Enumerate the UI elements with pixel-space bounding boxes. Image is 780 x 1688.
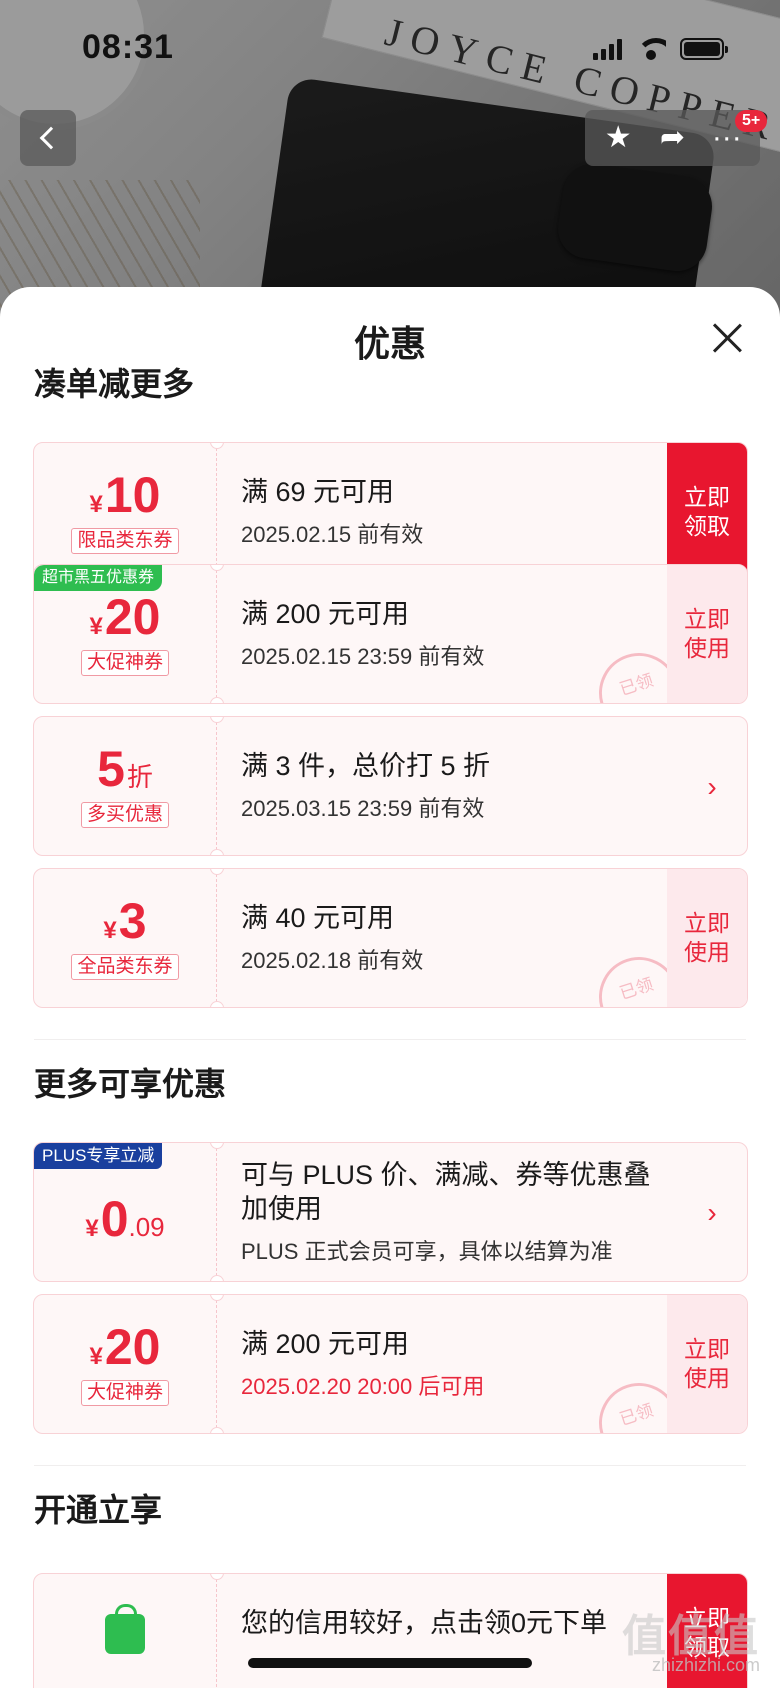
section-title-more-discount: 凑单减更多 (34, 366, 195, 402)
action-line: 使用 (684, 635, 730, 661)
coupon-details: 您的信用较好，点击领0元下单 (241, 1574, 657, 1688)
currency-symbol: ¥ (103, 917, 117, 944)
section-divider (34, 1039, 746, 1040)
currency-symbol: ¥ (89, 491, 103, 518)
coupon-note: PLUS 正式会员可享，具体以结算为准 (241, 1239, 613, 1264)
coupon-condition: 可与 PLUS 价、满减、券等优惠叠加使用 (241, 1160, 651, 1224)
coupon-validity: 2025.02.18 前有效 (241, 948, 424, 973)
section-title-more-available: 更多可享优惠 (34, 1066, 227, 1102)
coupon-card: ¥3 全品类东券 满 40 元可用 2025.02.18 前有效 已领 立即 使用 (33, 868, 748, 1008)
coupon-card: ¥10 限品类东券 满 69 元可用 2025.02.15 前有效 立即领取 (33, 442, 748, 582)
coupon-type-label: 全品类东券 (71, 954, 179, 980)
coupon-details: 满 3 件，总价打 5 折 2025.03.15 23:59 前有效 (241, 717, 657, 855)
section-title-open-enjoy: 开通立享 (34, 1492, 163, 1528)
coupon-card: ¥20 大促神券 超市黑五优惠券 满 200 元可用 2025.02.15 23… (33, 564, 748, 704)
discount-sheet: 优惠 凑单减更多 ¥10 限品类东券 满 69 元可用 2025.02.15 前… (0, 287, 780, 1688)
currency-symbol: ¥ (89, 613, 103, 640)
home-indicator[interactable] (248, 1658, 532, 1668)
coupon-validity: 2025.02.15 前有效 (241, 522, 424, 547)
coupon-notch (210, 849, 224, 855)
plus-tag: PLUS专享立减 (34, 1143, 163, 1169)
coupon-condition: 满 200 元可用 (241, 1329, 410, 1359)
coupon-notch (210, 1427, 224, 1433)
action-line: 领取 (684, 513, 730, 539)
chevron-right-icon[interactable]: › (677, 1143, 747, 1281)
coupon-condition: 满 200 元可用 (241, 599, 410, 629)
coupon-value: ¥20 大促神券 (34, 1295, 217, 1433)
coupon-details: 满 200 元可用 2025.02.20 20:00 后可用 (241, 1295, 657, 1433)
coupon-card[interactable]: 5折 多买优惠 满 3 件，总价打 5 折 2025.03.15 23:59 前… (33, 716, 748, 856)
message-badge: 5+ (735, 110, 768, 132)
coupon-condition: 满 40 元可用 (241, 903, 395, 933)
star-icon[interactable]: ★ (596, 123, 640, 153)
coupon-details: 满 200 元可用 2025.02.15 23:59 前有效 (241, 565, 657, 703)
currency-symbol: ¥ (85, 1215, 99, 1242)
coupon-condition: 满 69 元可用 (241, 477, 395, 507)
coupon-value (34, 1574, 217, 1688)
corner-promo-tag: 超市黑五优惠券 (34, 565, 163, 591)
coupon-amount: 5 (97, 741, 125, 797)
chevron-left-icon (39, 126, 63, 150)
coupon-value: ¥3 全品类东券 (34, 869, 217, 1007)
coupon-type-label: 大促神券 (80, 650, 169, 676)
coupon-value: 5折 多买优惠 (34, 717, 217, 855)
coupon-type-label: 多买优惠 (80, 802, 169, 828)
share-icon[interactable]: ➦ (650, 123, 694, 153)
coupon-details: 可与 PLUS 价、满减、券等优惠叠加使用 PLUS 正式会员可享，具体以结算为… (241, 1143, 657, 1281)
coupon-amount-decimal: .09 (128, 1212, 165, 1242)
claim-coupon-button[interactable]: 立即 领取 (667, 443, 747, 581)
coupon-condition: 您的信用较好，点击领0元下单 (241, 1608, 608, 1638)
nav-action-group: ★ ➦ ··· (585, 110, 760, 166)
coupon-details: 满 69 元可用 2025.02.15 前有效 (241, 443, 657, 581)
action-line: 使用 (684, 939, 730, 965)
coupon-amount: 0 (100, 1191, 129, 1247)
battery-icon (680, 38, 728, 60)
coupon-card: ¥20 大促神券 满 200 元可用 2025.02.20 20:00 后可用 … (33, 1294, 748, 1434)
coupon-card[interactable]: ¥0.09 PLUS专享立减 可与 PLUS 价、满减、券等优惠叠加使用 PLU… (33, 1142, 748, 1282)
action-line: 立即 (684, 606, 730, 632)
coupon-condition: 满 3 件，总价打 5 折 (241, 751, 491, 781)
chevron-right-icon[interactable]: › (677, 717, 747, 855)
coupon-validity: 2025.02.15 23:59 前有效 (241, 644, 485, 669)
close-icon[interactable] (712, 323, 742, 353)
coupon-amount: 20 (104, 589, 161, 645)
use-coupon-button[interactable]: 立即 使用 (667, 869, 747, 1007)
coupon-type-label: 限品类东券 (71, 528, 179, 554)
wifi-icon (636, 38, 666, 60)
coupon-amount: 3 (118, 893, 147, 949)
coupon-notch (210, 1275, 224, 1281)
discount-unit: 折 (126, 762, 153, 792)
action-line: 立即 (684, 484, 730, 510)
shopping-bag-icon (105, 1604, 145, 1654)
currency-symbol: ¥ (89, 1343, 103, 1370)
section-divider (34, 1465, 746, 1466)
coupon-validity: 2025.02.20 20:00 后可用 (241, 1374, 485, 1399)
coupon-amount: 10 (104, 467, 161, 523)
cellular-signal-icon (593, 38, 622, 60)
action-line: 立即 (684, 910, 730, 936)
coupon-value: ¥10 限品类东券 (34, 443, 217, 581)
status-time: 08:31 (82, 28, 174, 66)
coupon-details: 满 40 元可用 2025.02.18 前有效 (241, 869, 657, 1007)
coupon-type-label: 大促神券 (80, 1380, 169, 1406)
action-line: 使用 (684, 1365, 730, 1391)
coupon-validity: 2025.03.15 23:59 前有效 (241, 796, 485, 821)
coupon-amount: 20 (104, 1319, 161, 1375)
watermark-url: zhizhizhi.com (651, 1655, 760, 1675)
coupon-notch (210, 697, 224, 703)
action-line: 立即 (684, 1336, 730, 1362)
use-coupon-button[interactable]: 立即 使用 (667, 565, 747, 703)
use-coupon-button[interactable]: 立即 使用 (667, 1295, 747, 1433)
back-button[interactable] (20, 110, 76, 166)
status-icons (593, 38, 728, 60)
coupon-notch (210, 1001, 224, 1007)
